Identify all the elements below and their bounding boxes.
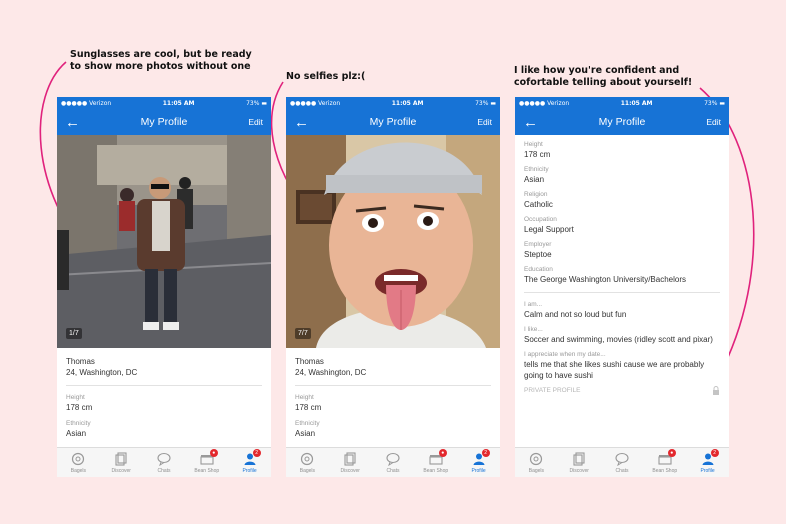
discover-icon <box>573 452 585 466</box>
edit-button[interactable]: Edit <box>248 117 263 127</box>
profile-info: Thomas 24, Washington, DC Height 178 cm … <box>286 356 500 439</box>
carrier: ●●●●● Verizon <box>290 99 341 107</box>
tab-chats[interactable]: Chats <box>372 448 415 477</box>
chat-icon <box>386 452 400 466</box>
divider <box>66 385 262 386</box>
profile-info: Thomas 24, Washington, DC Height 178 cm … <box>57 356 271 439</box>
clock: 11:05 AM <box>620 99 653 107</box>
tab-chats[interactable]: Chats <box>601 448 644 477</box>
nav-bar: ← My Profile Edit <box>286 109 500 135</box>
tab-bar: Bagels Discover Chats ● Bean Shop 2 Prof… <box>286 447 500 477</box>
private-profile-row[interactable]: PRIVATE PROFILE <box>524 386 720 395</box>
lock-icon <box>713 386 719 395</box>
bagel-icon <box>72 452 85 466</box>
arrow-left-icon[interactable]: ← <box>65 115 80 130</box>
phone-screen-2: ●●●●● Verizon 11:05 AM 73% ▬ ← My Profil… <box>286 97 500 477</box>
status-bar: ●●●●● Verizon 11:05 AM 73% ▬ <box>286 97 500 109</box>
arrow-left-icon[interactable]: ← <box>523 115 538 130</box>
tab-profile[interactable]: 2 Profile <box>686 448 729 477</box>
edit-button[interactable]: Edit <box>477 117 492 127</box>
tab-bagels[interactable]: Bagels <box>515 448 558 477</box>
carrier: ●●●●● Verizon <box>61 99 112 107</box>
tab-bar: Bagels Discover Chats ● Bean Shop 2 Prof… <box>515 447 729 477</box>
tab-discover[interactable]: Discover <box>558 448 601 477</box>
field-employer: Employer Steptoe <box>524 241 552 259</box>
carrier: ●●●●● Verizon <box>519 99 570 107</box>
profile-details: Height 178 cm Ethnicity Asian Religion C… <box>515 135 729 395</box>
clock: 11:05 AM <box>162 99 195 107</box>
battery: 73% ▬ <box>475 99 496 107</box>
status-bar: ●●●●● Verizon 11:05 AM 73% ▬ <box>57 97 271 109</box>
profile-photo[interactable]: 1/7 <box>57 135 271 348</box>
annotation-sunglasses: Sunglasses are cool, but be ready to sho… <box>70 49 252 72</box>
divider <box>524 292 720 293</box>
page-title: My Profile <box>140 116 188 128</box>
tab-chats[interactable]: Chats <box>143 448 186 477</box>
tab-profile[interactable]: 2 Profile <box>228 448 271 477</box>
nav-bar: ← My Profile Edit <box>57 109 271 135</box>
tab-bagels[interactable]: Bagels <box>57 448 100 477</box>
profile-badge: 2 <box>481 449 490 457</box>
prompt-i-like: I like... Soccer and swimming, movies (r… <box>524 326 713 344</box>
field-ethnicity: Ethnicity Asian <box>295 420 320 438</box>
nav-bar: ← My Profile Edit <box>515 109 729 135</box>
tab-bean-shop[interactable]: ● Bean Shop <box>643 448 686 477</box>
page-title: My Profile <box>369 116 417 128</box>
bagel-icon <box>301 452 314 466</box>
profile-name: Thomas 24, Washington, DC <box>295 357 367 377</box>
annotation-no-selfies: No selfies plz:( <box>286 71 366 82</box>
private-profile-label: PRIVATE PROFILE <box>524 387 581 394</box>
edit-button[interactable]: Edit <box>706 117 721 127</box>
divider <box>295 385 491 386</box>
photo-counter: 1/7 <box>66 328 82 339</box>
selfie-photo <box>286 135 500 348</box>
tab-bar: Bagels Discover Chats ● Bean Shop 2 Prof… <box>57 447 271 477</box>
phone-screen-3: ●●●●● Verizon 11:05 AM 73% ▬ ← My Profil… <box>515 97 729 477</box>
page-title: My Profile <box>598 116 646 128</box>
status-bar: ●●●●● Verizon 11:05 AM 73% ▬ <box>515 97 729 109</box>
profile-badge: 2 <box>710 449 719 457</box>
tab-bean-shop[interactable]: ● Bean Shop <box>185 448 228 477</box>
clock: 11:05 AM <box>391 99 424 107</box>
tab-discover[interactable]: Discover <box>100 448 143 477</box>
field-occupation: Occupation Legal Support <box>524 216 574 234</box>
battery: 73% ▬ <box>246 99 267 107</box>
chat-icon <box>615 452 629 466</box>
profile-photo[interactable]: 7/7 <box>286 135 500 348</box>
tab-bagels[interactable]: Bagels <box>286 448 329 477</box>
battery: 73% ▬ <box>704 99 725 107</box>
field-height: Height 178 cm <box>295 394 322 412</box>
field-height: Height 178 cm <box>524 141 551 159</box>
arrow-left-icon[interactable]: ← <box>294 115 309 130</box>
prompt-i-am: I am... Calm and not so loud but fun <box>524 301 627 319</box>
tab-discover[interactable]: Discover <box>329 448 372 477</box>
tab-bean-shop[interactable]: ● Bean Shop <box>414 448 457 477</box>
field-ethnicity: Ethnicity Asian <box>524 166 549 184</box>
shop-badge: ● <box>438 449 447 457</box>
shop-badge: ● <box>667 449 676 457</box>
photo-counter: 7/7 <box>295 328 311 339</box>
field-education: Education The George Washington Universi… <box>524 266 686 284</box>
phone-screen-1: ●●●●● Verizon 11:05 AM 73% ▬ ← My Profil… <box>57 97 271 477</box>
field-height: Height 178 cm <box>66 394 93 412</box>
discover-icon <box>344 452 356 466</box>
prompt-i-appreciate: I appreciate when my date... tells me th… <box>524 351 705 380</box>
chat-icon <box>157 452 171 466</box>
street-photo <box>57 135 271 348</box>
field-ethnicity: Ethnicity Asian <box>66 420 91 438</box>
bagel-icon <box>530 452 543 466</box>
annotation-confident: I like how you're confident and cofortab… <box>514 65 693 88</box>
shop-badge: ● <box>209 449 218 457</box>
tab-profile[interactable]: 2 Profile <box>457 448 500 477</box>
profile-name: Thomas 24, Washington, DC <box>66 357 138 377</box>
discover-icon <box>115 452 127 466</box>
field-religion: Religion Catholic <box>524 191 553 209</box>
profile-badge: 2 <box>252 449 261 457</box>
